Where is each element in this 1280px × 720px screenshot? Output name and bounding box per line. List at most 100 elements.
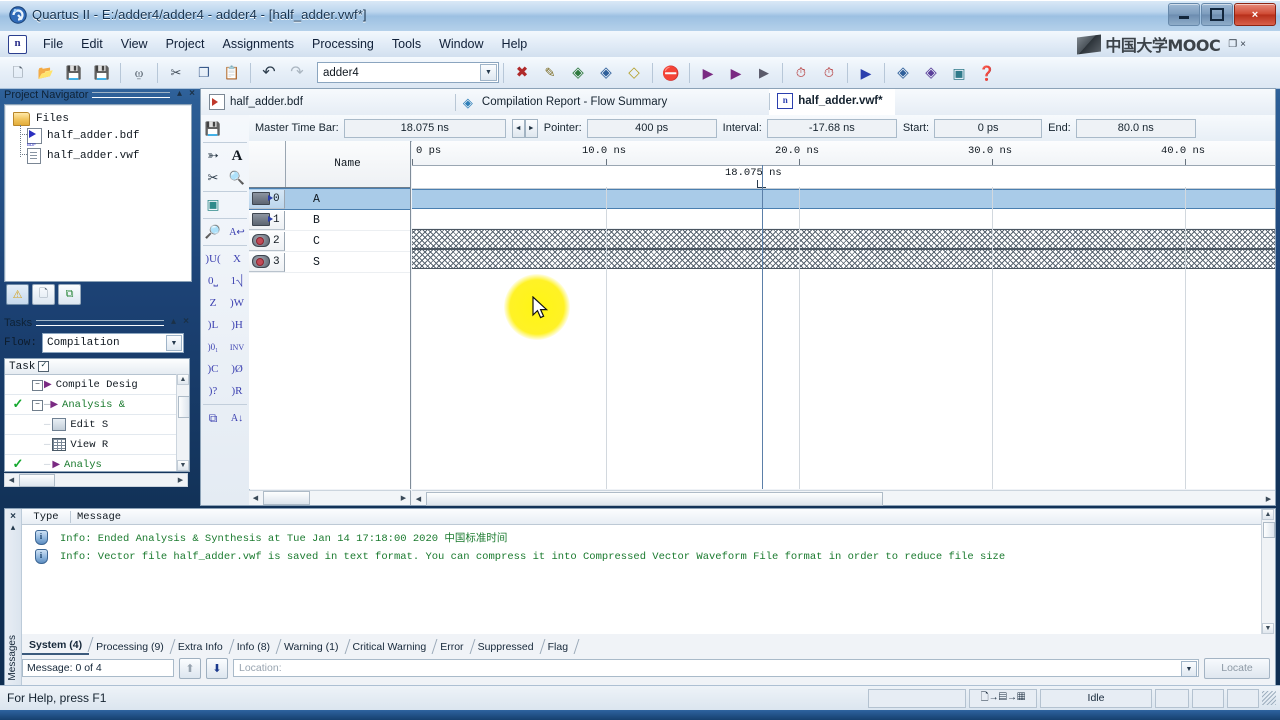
paste-icon[interactable]: 📋 [219, 60, 245, 86]
run-task-icon[interactable]: ▶ [44, 379, 52, 391]
design-units-tab[interactable]: ⧉ [58, 284, 81, 305]
next-message-button[interactable]: ⬇ [206, 657, 228, 679]
list-item[interactable]: half_adder.vwf [5, 147, 191, 164]
tab-warning[interactable]: Warning (1) [277, 638, 350, 655]
pin-icon[interactable]: ▴ [177, 88, 182, 99]
files-tab[interactable]: 🗋 [32, 284, 55, 305]
run-task-icon[interactable]: ▶ [50, 399, 58, 411]
scroll-left-icon[interactable]: ◀ [412, 492, 425, 505]
close-icon[interactable]: × [5, 511, 21, 522]
menu-edit[interactable]: Edit [72, 34, 112, 54]
pin-icon[interactable]: ▴ [5, 522, 21, 533]
tab-info[interactable]: Info (8) [230, 638, 282, 655]
resize-grip[interactable] [1262, 691, 1276, 705]
arbitrary-value-icon[interactable]: )? [201, 380, 225, 402]
scrollbar-thumb[interactable] [178, 396, 189, 418]
new-file-icon[interactable]: 🗋 [5, 60, 31, 86]
task-horizontal-scrollbar[interactable]: ◀ ▶ [4, 473, 188, 487]
signal-row-a[interactable]: 0 A [249, 188, 410, 210]
name-column-scrollbar[interactable]: ◀ ▶ [249, 490, 411, 505]
tab-flag[interactable]: Flag [541, 638, 580, 655]
zoom-tool-icon[interactable]: 🔍 [225, 167, 249, 189]
invert-icon[interactable]: INV [225, 336, 249, 358]
fit-in-window-icon[interactable]: ▣ [201, 194, 225, 216]
scroll-up-icon[interactable]: ▲ [177, 374, 189, 385]
table-row[interactable]: ✓ — ▶ Analys [5, 455, 189, 471]
rtl-viewer-icon[interactable]: ◈ [890, 60, 916, 86]
run-task-icon[interactable]: ▶ [52, 459, 60, 471]
end-value[interactable]: 80.0 ns [1075, 118, 1196, 138]
timing-analyzer-icon[interactable]: ⏱ [788, 60, 814, 86]
master-time-bar-value[interactable]: 18.075 ns [343, 118, 506, 138]
undo-icon[interactable]: ↶ [256, 60, 282, 86]
tab-half-adder-vwf[interactable]: n half_adder.vwf* [769, 88, 895, 116]
start-value[interactable]: 0 ps [934, 118, 1043, 138]
overwrite-icon[interactable]: )R [225, 380, 249, 402]
close-icon[interactable]: × [189, 88, 195, 99]
pin-planner-icon[interactable]: ✎ [537, 60, 563, 86]
mdi-restore-button[interactable]: ❐ [1228, 39, 1237, 50]
scroll-down-icon[interactable]: ▼ [1262, 623, 1274, 634]
scroll-down-icon[interactable]: ▼ [177, 460, 189, 471]
waveform-canvas[interactable]: 0 ps 10.0 ns 20.0 ns 30.0 ns 40.0 ns 18.… [412, 141, 1275, 489]
maximize-button[interactable] [1201, 3, 1233, 26]
forcing-low-icon[interactable]: 0⎵ [201, 270, 225, 292]
location-field[interactable]: Location: ▼ [233, 659, 1199, 677]
waveform-editing-tool-icon[interactable]: ✂ [201, 167, 225, 189]
selection-tool-icon[interactable]: ➳ [201, 145, 225, 167]
stop-timer-icon[interactable]: ⏱ [816, 60, 842, 86]
scroll-right-icon[interactable]: ▶ [174, 476, 187, 484]
menu-tools[interactable]: Tools [383, 34, 430, 54]
signal-row-s[interactable]: 3 S [249, 252, 410, 273]
scroll-left-icon[interactable]: ◀ [5, 476, 18, 484]
table-row[interactable]: − ▶ Compile Desig [5, 375, 189, 395]
technology-map-icon[interactable]: ◈ [918, 60, 944, 86]
table-row[interactable]: — Edit S [5, 415, 189, 435]
scrollbar-thumb[interactable] [1263, 522, 1275, 538]
scroll-right-icon[interactable]: ▶ [397, 491, 410, 504]
chevron-down-icon[interactable]: ▼ [1181, 661, 1197, 677]
spin-left-icon[interactable]: ◄ [511, 118, 525, 138]
task-check-all[interactable]: ✓ [38, 361, 50, 372]
chevron-down-icon[interactable]: ▼ [166, 335, 183, 351]
menu-project[interactable]: Project [157, 34, 214, 54]
save-all-icon[interactable]: 💾 [89, 60, 115, 86]
clock-icon[interactable]: )C [201, 358, 225, 380]
analysis-synthesis-icon[interactable]: ▶ [751, 60, 777, 86]
weak-unknown-icon[interactable]: )W [225, 292, 249, 314]
scroll-right-icon[interactable]: ▶ [1262, 492, 1275, 505]
save-icon[interactable]: 💾 [61, 60, 87, 86]
count-value-icon[interactable]: )0₁ [201, 336, 225, 358]
menu-view[interactable]: View [112, 34, 157, 54]
open-file-icon[interactable]: 📂 [33, 60, 59, 86]
waveform-row-s[interactable] [412, 249, 1275, 269]
mdi-close-button[interactable]: × [1240, 39, 1246, 50]
message-row[interactable]: i Info: Vector file half_adder.vwf is sa… [22, 547, 1275, 566]
signal-name[interactable]: S [285, 256, 410, 269]
project-navigator-tree[interactable]: Files half_adder.bdf half_adder.vwf [4, 104, 192, 282]
minimize-button[interactable] [1168, 3, 1200, 26]
scrollbar-thumb[interactable] [426, 492, 883, 506]
scrollbar-thumb[interactable] [263, 491, 310, 505]
locate-button[interactable]: Locate [1204, 657, 1270, 679]
start-compilation-icon[interactable]: ▶ [695, 60, 721, 86]
copy-icon[interactable]: ❐ [191, 60, 217, 86]
close-icon[interactable]: × [183, 316, 189, 327]
unknown-icon[interactable]: X [225, 248, 249, 270]
grouping-icon[interactable]: ⧉ [201, 407, 225, 429]
hierarchy-tab[interactable]: ⚠ [6, 284, 29, 305]
programmer-icon[interactable]: ◇ [621, 60, 647, 86]
master-time-bar-zone[interactable]: 18.075 ns [412, 166, 1275, 189]
chip-planner-icon[interactable]: ▣ [946, 60, 972, 86]
forcing-high-icon[interactable]: 1⎷ [225, 270, 249, 292]
tree-root-files[interactable]: Files [5, 110, 191, 127]
previous-message-button[interactable]: ⬆ [179, 657, 201, 679]
master-time-bar-spinner[interactable]: ◄ ► [511, 118, 538, 138]
signal-row-c[interactable]: 2 C [249, 231, 410, 252]
text-tool-icon[interactable]: A [225, 145, 249, 167]
tab-error[interactable]: Error [433, 638, 475, 655]
waveform-row-a[interactable] [412, 189, 1275, 209]
menu-help[interactable]: Help [493, 34, 537, 54]
close-button[interactable]: × [1234, 3, 1276, 26]
messages-scrollbar[interactable]: ▲ ▼ [1261, 509, 1275, 634]
